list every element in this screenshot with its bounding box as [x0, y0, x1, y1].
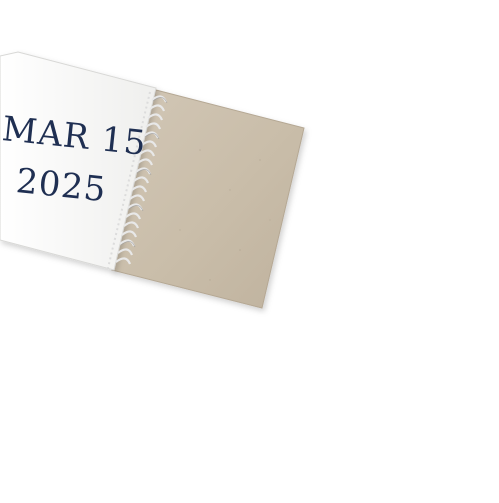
notebook-photo: MAR 15 2025	[0, 0, 499, 499]
notebook-illustration	[0, 51, 305, 309]
date-year: 2025	[14, 161, 109, 211]
